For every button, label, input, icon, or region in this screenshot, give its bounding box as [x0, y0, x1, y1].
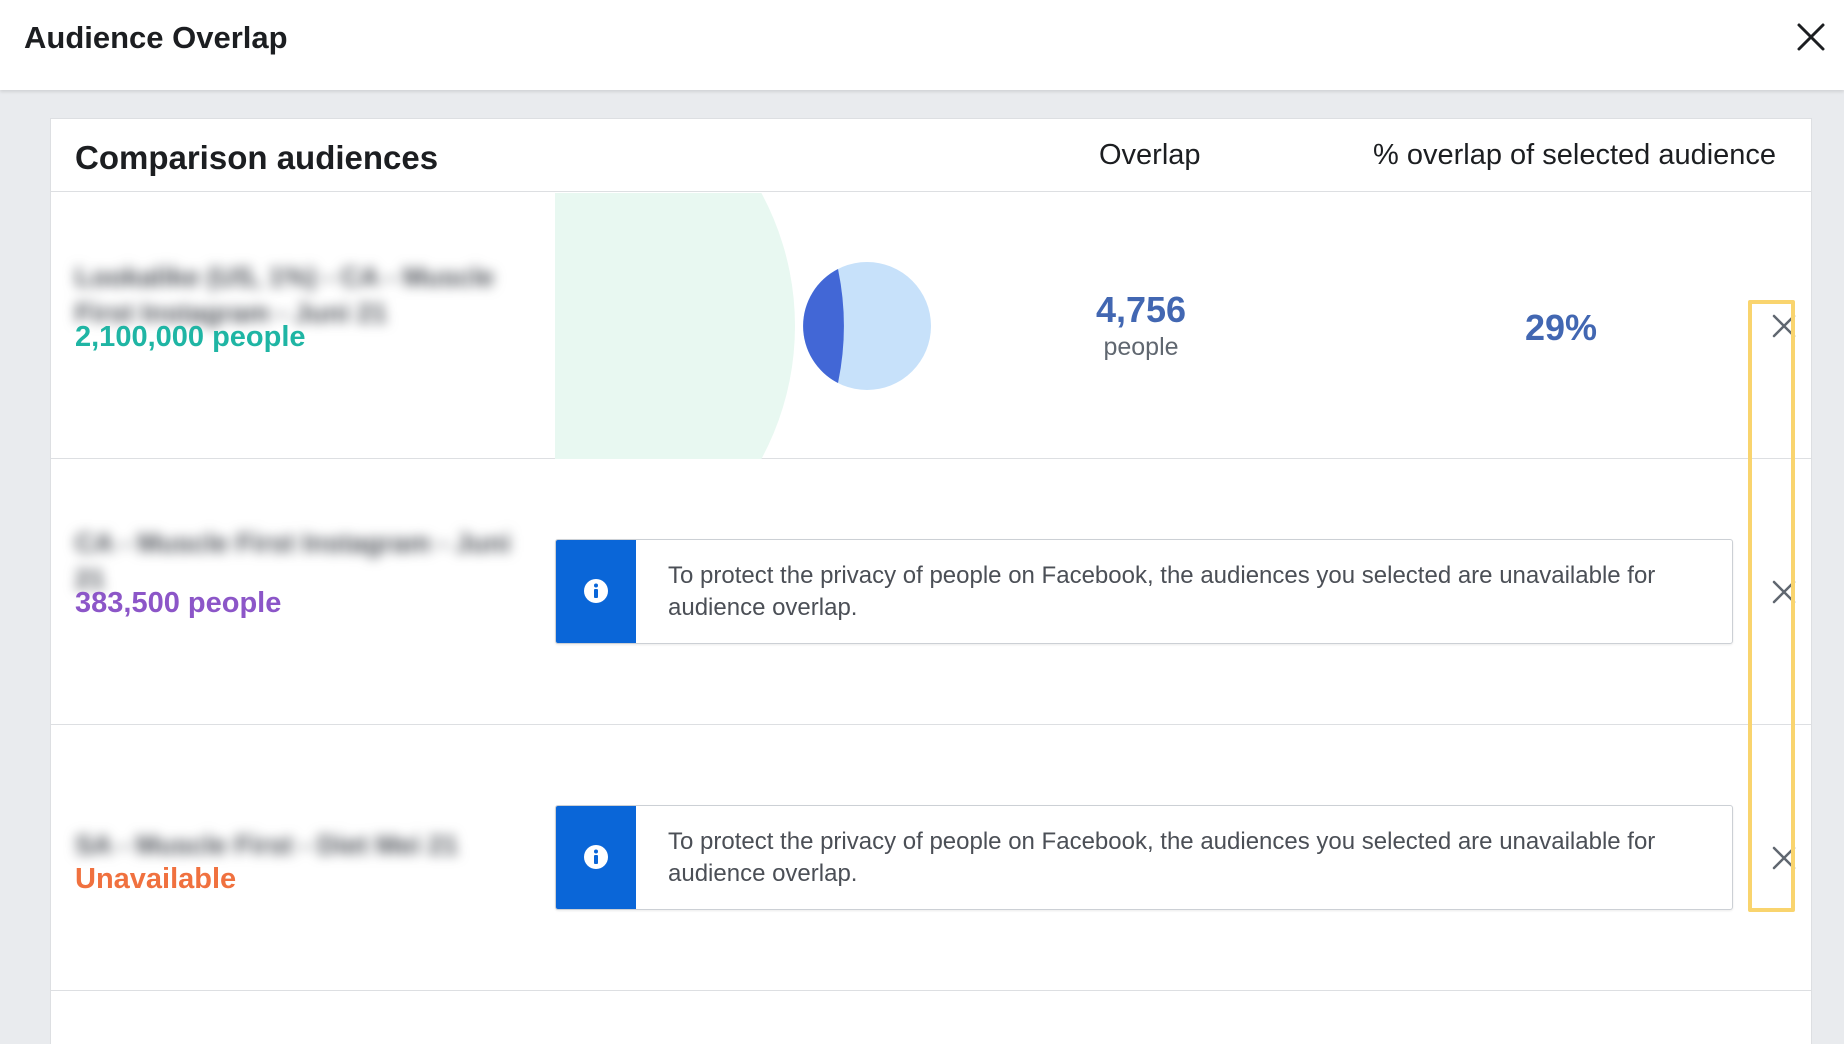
audience-size: 2,100,000 people [75, 321, 306, 353]
audience-row-1: Lookalike (US, 1%) - CA - Muscle First I… [51, 193, 1811, 459]
notice-icon-container [556, 540, 636, 643]
modal-title: Audience Overlap [24, 20, 288, 55]
close-icon[interactable] [1794, 20, 1828, 54]
modal-body: Comparison audiences Overlap % overlap o… [24, 90, 1834, 1044]
comparison-card: Comparison audiences Overlap % overlap o… [50, 118, 1812, 1044]
audience-size: 383,500 people [75, 587, 282, 619]
comparison-audiences-heading: Comparison audiences [75, 139, 439, 176]
pct-overlap-column-header: % overlap of selected audience [1373, 139, 1777, 171]
info-icon [584, 579, 608, 603]
info-icon [584, 845, 608, 869]
remove-audience-close-icon[interactable] [1767, 841, 1801, 875]
overlap-unit: people [1103, 333, 1179, 361]
privacy-notice: To protect the privacy of people on Face… [555, 805, 1733, 910]
audience-row-3: SA - Muscle First - Diet Mei 21 Unavaila… [51, 725, 1811, 991]
remove-audience-close-icon[interactable] [1767, 309, 1801, 343]
notice-icon-container [556, 806, 636, 909]
privacy-notice-text: To protect the privacy of people on Face… [668, 562, 1656, 621]
audience-row-4 [51, 991, 1811, 1044]
overlap-column-header: Overlap [1099, 139, 1201, 171]
venn-overlap-region [803, 269, 844, 383]
overlap-venn-diagram [555, 193, 955, 459]
remove-audience-close-icon[interactable] [1767, 575, 1801, 609]
audience-name: SA - Muscle First - Diet Mei 21 [75, 830, 459, 860]
modal-header: Audience Overlap [0, 0, 1844, 90]
audience-size: Unavailable [75, 863, 237, 895]
audience-row-2: CA - Muscle First Instagram - Juni 21 38… [51, 459, 1811, 725]
privacy-notice: To protect the privacy of people on Face… [555, 539, 1733, 644]
venn-selected-audience [555, 193, 795, 459]
overlap-percentage: 29% [1524, 307, 1598, 348]
privacy-notice-text: To protect the privacy of people on Face… [668, 828, 1656, 887]
overlap-count: 4,756 [1095, 289, 1187, 330]
table-header: Comparison audiences Overlap % overlap o… [51, 119, 1811, 192]
